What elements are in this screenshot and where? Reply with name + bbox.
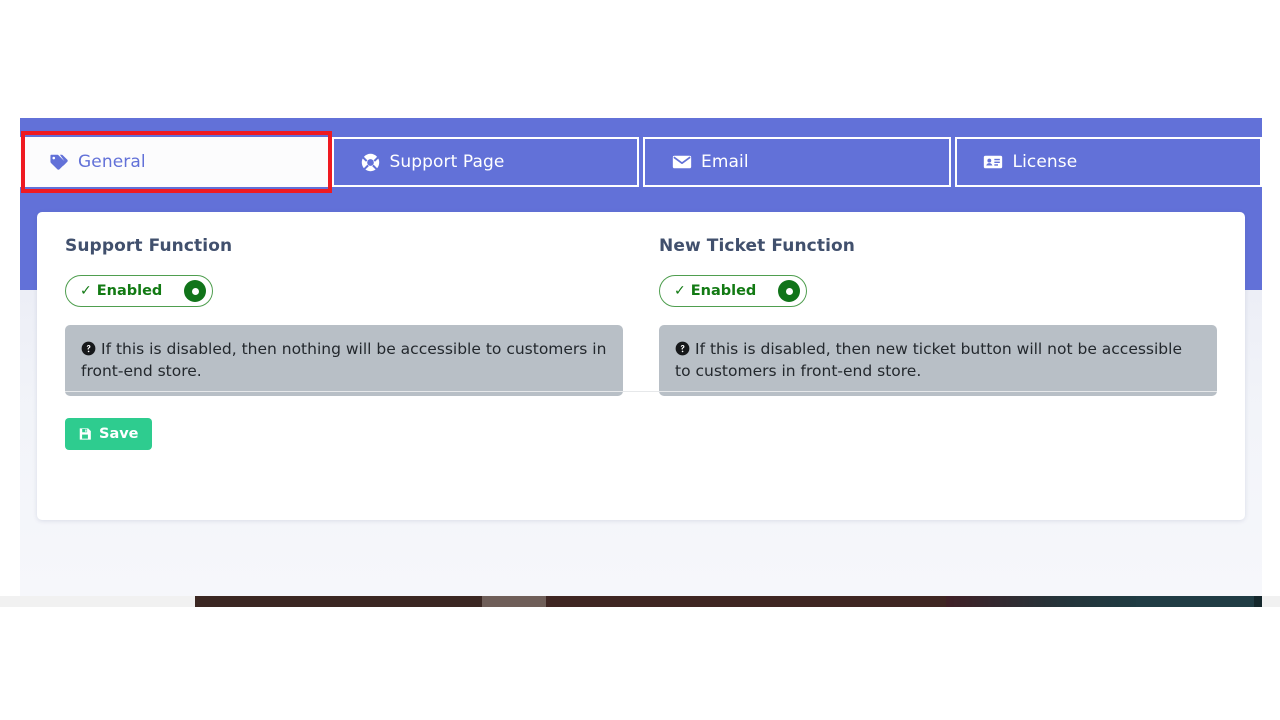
toggle-knob-dot: [785, 287, 793, 295]
cropped-bottom-window-strip: [0, 596, 1280, 607]
strip-segment: [195, 596, 482, 607]
envelope-icon: [671, 152, 692, 173]
check-icon: ✓: [674, 283, 686, 299]
strip-segment: [546, 596, 946, 607]
id-card-icon: [983, 152, 1004, 173]
tab-label: General: [78, 152, 146, 172]
floppy-disk-icon: [78, 427, 92, 441]
new-ticket-function-panel: New Ticket Function ✓ Enabled If this is…: [659, 236, 1217, 396]
tab-support-page[interactable]: Support Page: [331, 137, 639, 187]
tab-label: Support Page: [389, 152, 505, 172]
save-button[interactable]: Save: [65, 418, 152, 450]
toggle-label: Enabled: [690, 283, 757, 299]
help-text: If this is disabled, then new ticket but…: [675, 340, 1182, 380]
tab-email[interactable]: Email: [643, 137, 951, 187]
new-ticket-function-toggle[interactable]: ✓ Enabled: [659, 275, 808, 307]
form-divider: [65, 391, 1217, 392]
check-icon: ✓: [80, 283, 92, 299]
strip-segment: [482, 596, 546, 607]
settings-tab-bar: General Support Page Email License: [20, 137, 1262, 187]
settings-columns: Support Function ✓ Enabled If this is di…: [65, 236, 1217, 396]
toggle-knob[interactable]: [184, 280, 207, 302]
tab-license[interactable]: License: [954, 137, 1262, 187]
support-function-panel: Support Function ✓ Enabled If this is di…: [65, 236, 623, 396]
panel-title: Support Function: [65, 236, 233, 256]
toggle-state-group: ✓ Enabled: [80, 283, 162, 299]
settings-card: Support Function ✓ Enabled If this is di…: [37, 212, 1245, 520]
strip-segment: [946, 596, 1136, 607]
tab-label: License: [1012, 152, 1078, 172]
toggle-state-group: ✓ Enabled: [674, 283, 756, 299]
tab-general[interactable]: General: [20, 137, 328, 187]
save-button-label: Save: [99, 426, 139, 442]
lifering-icon: [360, 152, 381, 173]
strip-segment: [1136, 596, 1254, 607]
new-ticket-function-help: If this is disabled, then new ticket but…: [659, 325, 1217, 396]
strip-segment: [1254, 596, 1262, 607]
question-circle-icon: [81, 341, 96, 356]
help-text: If this is disabled, then nothing will b…: [81, 340, 607, 380]
toggle-label: Enabled: [96, 283, 163, 299]
toggle-knob-dot: [191, 287, 199, 295]
tag-icon: [48, 152, 69, 173]
toggle-knob[interactable]: [778, 280, 801, 302]
question-circle-icon: [675, 341, 690, 356]
settings-page: General Support Page Email License Suppo…: [20, 118, 1262, 596]
panel-title: New Ticket Function: [659, 236, 855, 256]
tab-label: Email: [701, 152, 749, 172]
support-function-help: If this is disabled, then nothing will b…: [65, 325, 623, 396]
screenshot-viewport: General Support Page Email License Suppo…: [0, 0, 1280, 720]
support-function-toggle[interactable]: ✓ Enabled: [65, 275, 214, 307]
